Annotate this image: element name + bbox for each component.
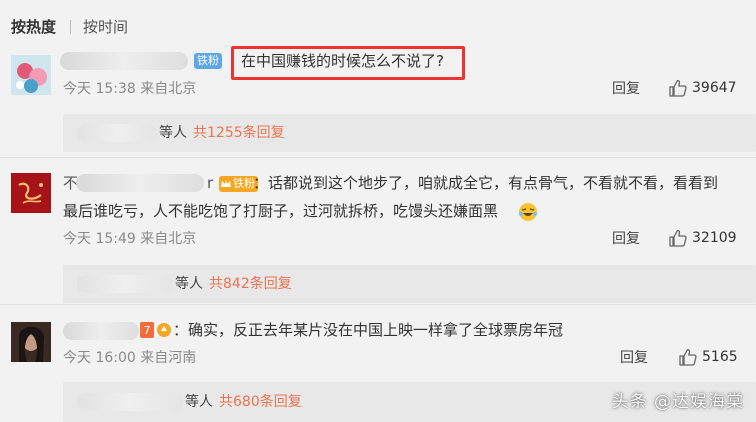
reply-button[interactable]: 回复	[620, 348, 648, 368]
reply-summary[interactable]: 等人 共1255条回复	[63, 114, 756, 152]
username[interactable]	[63, 322, 139, 340]
svg-text:7: 7	[144, 324, 151, 337]
thumbs-up-icon	[679, 348, 697, 366]
replier-names	[77, 393, 183, 411]
comment-item: 铁粉 在中国赚钱的时候怎么不说了? 今天 15:38 来自北京 回复 39647…	[0, 42, 756, 157]
comment-time-location: 今天 16:00 来自河南	[63, 350, 197, 366]
like-button[interactable]: 32109	[668, 228, 737, 248]
laughing-crying-emoji-icon	[519, 203, 537, 221]
username-suffix[interactable]: r	[207, 171, 213, 196]
like-button[interactable]: 39647	[668, 78, 737, 98]
tab-divider	[70, 20, 71, 34]
replies-label: 等人	[175, 276, 203, 292]
comment-text: ：确实，反正去年某片没在中国上映一样拿了全球票房年冠	[173, 321, 564, 339]
avatar[interactable]	[11, 173, 51, 213]
username[interactable]	[60, 52, 188, 70]
reply-count-link[interactable]: 共842条回复	[209, 274, 292, 294]
like-button[interactable]: 5165	[678, 347, 738, 367]
reply-button[interactable]: 回复	[612, 229, 640, 249]
tab-sort-by-hot[interactable]: 按热度	[11, 16, 56, 38]
thumbs-up-icon	[669, 229, 687, 247]
fan-badge: 铁粉	[194, 53, 222, 69]
comment-time-location: 今天 15:38 来自北京	[63, 81, 197, 97]
reply-count-link[interactable]: 共680条回复	[219, 392, 302, 412]
thumbs-up-icon	[669, 79, 687, 97]
replies-label: 等人	[159, 125, 187, 141]
replier-names	[77, 124, 157, 142]
username[interactable]	[76, 174, 204, 192]
replier-names	[77, 275, 173, 293]
comment-text: 在中国赚钱的时候怎么不说了?	[241, 52, 444, 70]
comment-item: 不 r 铁粉 ：话都说到这个地步了，咱就成全它，有点骨气，不看就不看，看看到 最…	[0, 158, 756, 304]
replies-label: 等人	[185, 394, 213, 410]
crown-icon	[221, 180, 231, 187]
like-count: 32109	[692, 230, 737, 246]
watermark: 头条 @达娱海棠	[611, 392, 744, 412]
comment-time-location: 今天 15:49 来自北京	[63, 231, 197, 247]
avatar[interactable]	[11, 55, 51, 95]
vip-icon: 7	[140, 322, 154, 338]
like-count: 5165	[702, 349, 738, 365]
reply-button[interactable]: 回复	[612, 79, 640, 99]
avatar[interactable]	[11, 322, 51, 362]
comment-text-line1: ：话都说到这个地步了，咱就成全它，有点骨气，不看就不看，看看到	[253, 174, 719, 192]
like-count: 39647	[692, 80, 737, 96]
comment-text-line2: 最后谁吃亏，人不能吃饱了打厨子，过河就拆桥，吃馒头还嫌面黑	[63, 202, 499, 220]
sort-tabs: 按热度 按时间	[0, 0, 756, 42]
tab-sort-by-time[interactable]: 按时间	[83, 16, 128, 38]
fan-icon	[157, 323, 171, 337]
reply-count-link[interactable]: 共1255条回复	[193, 123, 285, 143]
reply-summary[interactable]: 等人 共842条回复	[63, 265, 756, 303]
